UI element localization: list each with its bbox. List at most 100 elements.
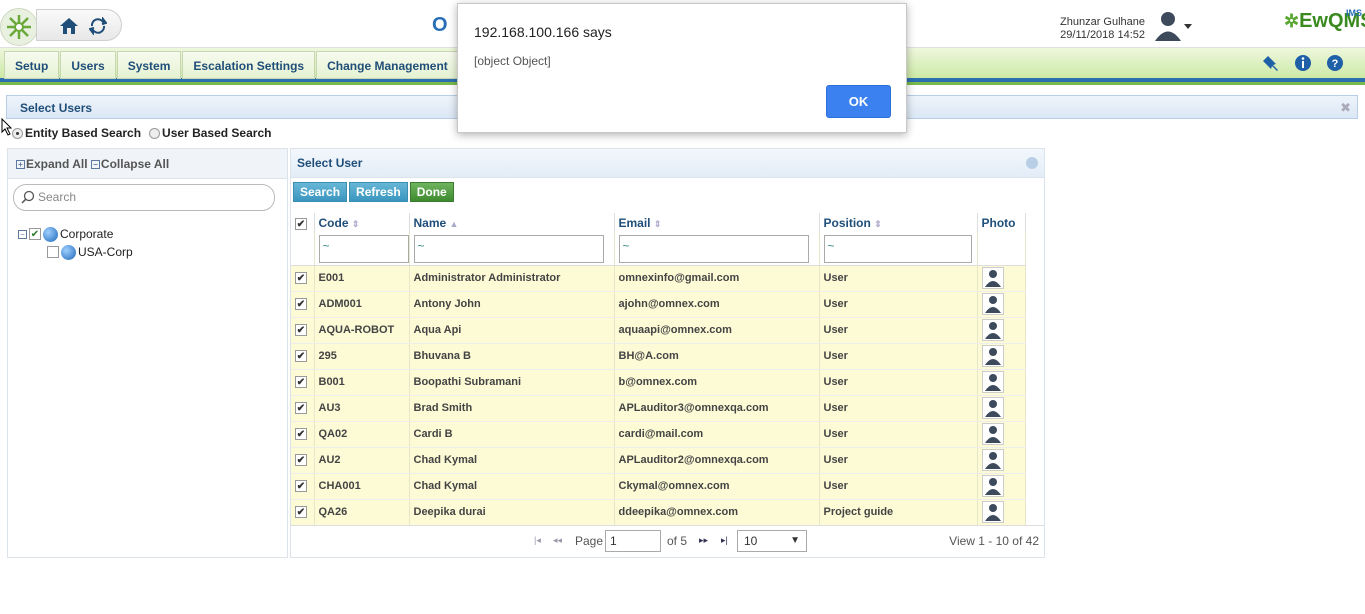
cell-name: Bhuvana B — [409, 343, 615, 370]
email-filter-input[interactable]: ~ — [618, 234, 809, 263]
help-icon[interactable]: ? — [1325, 53, 1345, 73]
app-logo[interactable] — [0, 8, 38, 46]
row-checkbox[interactable]: ✔ — [291, 369, 315, 396]
done-button[interactable]: Done — [409, 182, 454, 202]
cell-photo[interactable] — [977, 395, 1026, 422]
close-icon[interactable]: ✖ — [1340, 100, 1351, 116]
user-photo-icon[interactable] — [981, 449, 1004, 471]
cell-name: Deepika durai — [409, 499, 615, 526]
menu-item-setup[interactable]: Setup — [4, 51, 60, 79]
last-page-icon[interactable]: ▸| — [721, 535, 728, 546]
table-row[interactable]: ✔ ADM001 Antony John ajohn@omnex.com User — [291, 291, 1026, 318]
table-row[interactable]: ✔ AU3 Brad Smith APLauditor3@omnexqa.com Use… — [291, 395, 1026, 422]
row-checkbox[interactable]: ✔ — [291, 447, 315, 474]
table-row[interactable]: ✔ AU2 Chad Kymal APLauditor2@omnexqa.com Use… — [291, 447, 1026, 474]
column-header-position[interactable]: Position ⇕ — [819, 213, 978, 233]
column-header-code[interactable]: Code ⇕ — [314, 213, 410, 233]
row-checkbox[interactable]: ✔ — [291, 499, 315, 526]
row-checkbox[interactable]: ✔ — [291, 317, 315, 344]
tree-search-input[interactable]: Search — [13, 184, 275, 211]
cell-name: Boopathi Subramani — [409, 369, 615, 396]
user-photo-icon[interactable] — [981, 371, 1004, 393]
first-page-icon[interactable]: |◂ — [534, 535, 541, 546]
cell-photo[interactable] — [977, 291, 1026, 318]
cell-photo[interactable] — [977, 447, 1026, 474]
search-button[interactable]: Search — [293, 182, 348, 202]
row-checkbox[interactable]: ✔ — [291, 343, 315, 370]
cell-photo[interactable] — [977, 473, 1026, 500]
user-photo-icon[interactable] — [981, 345, 1004, 367]
collapse-all-button[interactable]: − Collapse All — [90, 157, 169, 171]
filter-row: ~ ~ ~ ~ — [291, 233, 1026, 266]
menu-item-escalation-settings[interactable]: Escalation Settings — [182, 51, 316, 79]
home-icon[interactable] — [58, 16, 80, 36]
table-row[interactable]: ✔ 295 Bhuvana B BH@A.com User — [291, 343, 1026, 370]
table-row[interactable]: ✔ E001 Administrator Administrator omnexinf… — [291, 265, 1026, 292]
refresh-icon[interactable] — [87, 16, 109, 36]
cell-position: User — [819, 265, 978, 292]
table-row[interactable]: ✔ QA26 Deepika durai ddeepika@omnex.com Proj… — [291, 499, 1026, 526]
user-based-search-option[interactable]: User Based Search — [149, 126, 271, 140]
cell-photo[interactable] — [977, 343, 1026, 370]
position-filter-input[interactable]: ~ — [823, 234, 972, 263]
tree-node-label: USA-Corp — [78, 245, 133, 259]
user-radio[interactable] — [149, 128, 161, 140]
cell-photo[interactable] — [977, 265, 1026, 292]
cell-photo[interactable] — [977, 317, 1026, 344]
column-header-email[interactable]: Email ⇕ — [614, 213, 820, 233]
user-photo-icon[interactable] — [981, 397, 1004, 419]
column-header-name[interactable]: Name ▲ — [409, 213, 615, 233]
table-row[interactable]: ✔ QA02 Cardi Bcardi@mail.com User — [291, 421, 1026, 448]
table-row[interactable]: ✔ B001 Boopathi Subramani b@omnex.com User — [291, 369, 1026, 396]
cell-position: User — [819, 317, 978, 344]
entity-tree: − ✔ Corporate USA-Corp — [18, 225, 133, 261]
tree-toolbar: + Expand All − Collapse All — [8, 149, 287, 179]
tree-node-usa-corp[interactable]: USA-Corp — [18, 243, 133, 261]
info-icon[interactable] — [1293, 53, 1313, 73]
grid-toolbar: Search Refresh Done — [293, 182, 454, 202]
user-info: Zhunzar Gulhane 29/11/2018 14:52 — [1060, 16, 1145, 42]
tree-collapse-icon[interactable]: − — [18, 229, 27, 239]
collapse-panel-icon[interactable] — [1026, 157, 1038, 169]
row-checkbox[interactable]: ✔ — [291, 395, 315, 422]
page-size-select[interactable]: 10 ▼ — [737, 530, 807, 552]
row-checkbox[interactable]: ✔ — [291, 291, 315, 318]
select-user-grid-panel: Select User Search Refresh Done ✔ Code ⇕… — [290, 148, 1045, 558]
next-page-icon[interactable]: ▸▸ — [699, 535, 708, 546]
row-checkbox[interactable]: ✔ — [291, 421, 315, 448]
pin-icon[interactable] — [1261, 53, 1281, 73]
table-row[interactable]: ✔ AQUA-ROBOT Aqua Api aquaapi@omnex.com User — [291, 317, 1026, 344]
table-row[interactable]: ✔ CHA001 Chad Kymal Ckymal@omnex.com User — [291, 473, 1026, 500]
cell-photo[interactable] — [977, 369, 1026, 396]
user-photo-icon[interactable] — [981, 501, 1004, 523]
menu-item-change-management[interactable]: Change Management — [316, 51, 459, 79]
user-photo-icon[interactable] — [981, 423, 1004, 445]
entity-radio[interactable] — [12, 128, 23, 140]
tree-checkbox-corporate[interactable]: ✔ — [29, 228, 41, 240]
page-number-input[interactable]: 1 — [605, 530, 661, 552]
tree-node-corporate[interactable]: − ✔ Corporate — [18, 225, 133, 243]
menu-item-users[interactable]: Users — [60, 51, 116, 79]
user-avatar[interactable] — [1153, 10, 1192, 42]
ok-button[interactable]: OK — [826, 85, 891, 118]
cell-photo[interactable] — [977, 499, 1026, 526]
cell-name: Antony John — [409, 291, 615, 318]
select-all-checkbox[interactable]: ✔ — [291, 213, 315, 233]
user-photo-icon[interactable] — [981, 319, 1004, 341]
user-photo-icon[interactable] — [981, 267, 1004, 289]
cell-code: AQUA-ROBOT — [314, 317, 410, 344]
refresh-button[interactable]: Refresh — [349, 182, 408, 202]
prev-page-icon[interactable]: ◂◂ — [553, 535, 562, 546]
name-filter-input[interactable]: ~ — [413, 234, 604, 263]
menu-item-system[interactable]: System — [116, 51, 182, 79]
row-checkbox[interactable]: ✔ — [291, 473, 315, 500]
user-photo-icon[interactable] — [981, 293, 1004, 315]
code-filter-input[interactable]: ~ — [318, 234, 409, 263]
tree-checkbox-usa-corp[interactable] — [47, 246, 59, 258]
entity-based-search-option[interactable]: Entity Based Search — [12, 126, 141, 140]
expand-all-button[interactable]: + Expand All — [16, 157, 88, 171]
cell-photo[interactable] — [977, 421, 1026, 448]
user-photo-icon[interactable] — [981, 475, 1004, 497]
cell-email: Ckymal@omnex.com — [614, 473, 820, 500]
row-checkbox[interactable]: ✔ — [291, 265, 315, 292]
